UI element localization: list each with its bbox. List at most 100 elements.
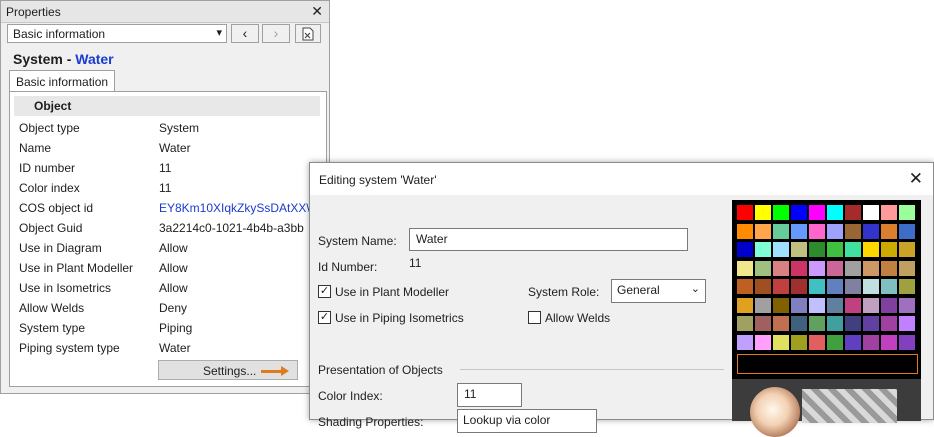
palette-swatch[interactable] (809, 242, 825, 257)
system-name-field[interactable]: Water (409, 228, 688, 251)
palette-swatch[interactable] (755, 279, 771, 294)
palette-swatch[interactable] (755, 242, 771, 257)
palette-swatch[interactable] (773, 334, 789, 350)
property-row[interactable]: COS object id EY8Km10XIqkZkySsDAtXX\ (19, 198, 319, 218)
palette-swatch[interactable] (899, 205, 915, 220)
palette-swatch[interactable] (773, 260, 789, 276)
property-row[interactable]: Use in Diagram Allow (19, 238, 319, 258)
palette-swatch[interactable] (845, 242, 861, 257)
palette-swatch[interactable] (755, 223, 771, 239)
color-index-field[interactable]: 11 (457, 383, 522, 407)
palette-swatch[interactable] (863, 260, 879, 276)
palette-swatch[interactable] (791, 334, 807, 350)
palette-swatch[interactable] (845, 223, 861, 239)
use-in-piping-isometrics-checkbox[interactable]: ✓ (318, 311, 331, 324)
close-icon[interactable]: ✕ (909, 169, 923, 189)
palette-swatch[interactable] (809, 316, 825, 331)
palette-swatch[interactable] (899, 260, 915, 276)
property-row[interactable]: Name Water (19, 138, 319, 158)
palette-swatch[interactable] (827, 279, 843, 294)
palette-swatch[interactable] (737, 316, 753, 331)
excel-export-icon[interactable] (295, 24, 321, 43)
palette-swatch[interactable] (845, 316, 861, 331)
property-row[interactable]: Use in Plant Modeller Allow (19, 258, 319, 278)
palette-swatch[interactable] (773, 279, 789, 294)
palette-swatch[interactable] (809, 297, 825, 313)
property-row[interactable]: Object type System (19, 118, 319, 138)
palette-swatch[interactable] (737, 297, 753, 313)
palette-swatch[interactable] (827, 223, 843, 239)
palette-swatch[interactable] (845, 205, 861, 220)
palette-swatch[interactable] (737, 205, 753, 220)
palette-swatch[interactable] (809, 205, 825, 220)
palette-swatch[interactable] (863, 223, 879, 239)
palette-swatch[interactable] (809, 279, 825, 294)
allow-welds-checkbox[interactable] (528, 311, 541, 324)
palette-swatch[interactable] (845, 297, 861, 313)
back-arrow-icon[interactable]: ‹ (231, 24, 259, 43)
palette-swatch[interactable] (755, 297, 771, 313)
palette-swatch[interactable] (863, 242, 879, 257)
use-in-plant-modeller-checkbox[interactable]: ✓ (318, 285, 331, 298)
palette-swatch[interactable] (809, 223, 825, 239)
palette-swatch[interactable] (755, 316, 771, 331)
palette-swatch[interactable] (791, 279, 807, 294)
property-row[interactable]: System type Piping (19, 318, 319, 338)
palette-swatch[interactable] (773, 316, 789, 331)
palette-swatch[interactable] (863, 334, 879, 350)
palette-swatch[interactable] (737, 279, 753, 294)
palette-swatch[interactable] (863, 205, 879, 220)
property-row[interactable]: Color index 11 (19, 178, 319, 198)
palette-swatch[interactable] (755, 205, 771, 220)
palette-swatch[interactable] (881, 260, 897, 276)
palette-swatch[interactable] (773, 297, 789, 313)
palette-swatch[interactable] (881, 297, 897, 313)
close-icon[interactable]: ✕ (311, 3, 323, 20)
color-palette[interactable] (732, 200, 921, 380)
palette-swatch[interactable] (809, 334, 825, 350)
palette-swatch[interactable] (791, 260, 807, 276)
palette-swatch[interactable] (899, 223, 915, 239)
palette-swatch[interactable] (845, 260, 861, 276)
palette-swatch[interactable] (881, 334, 897, 350)
palette-swatch[interactable] (755, 334, 771, 350)
palette-swatch[interactable] (827, 242, 843, 257)
palette-swatch[interactable] (755, 260, 771, 276)
palette-swatch[interactable] (827, 205, 843, 220)
palette-swatch[interactable] (881, 205, 897, 220)
palette-swatch[interactable] (791, 223, 807, 239)
forward-arrow-icon[interactable]: › (262, 24, 290, 43)
palette-swatch[interactable] (863, 279, 879, 294)
palette-swatch[interactable] (827, 334, 843, 350)
palette-swatch[interactable] (881, 223, 897, 239)
palette-swatch[interactable] (899, 316, 915, 331)
palette-swatch[interactable] (737, 260, 753, 276)
property-row[interactable]: ID number 11 (19, 158, 319, 178)
property-row[interactable]: Piping system type Water (19, 338, 319, 358)
property-row[interactable]: Object Guid 3a2214c0-1021-4b4b-a3bb (19, 218, 319, 238)
palette-swatch[interactable] (845, 279, 861, 294)
property-row[interactable]: Use in Isometrics Allow (19, 278, 319, 298)
palette-swatch[interactable] (827, 297, 843, 313)
palette-swatch[interactable] (881, 279, 897, 294)
palette-swatch[interactable] (791, 205, 807, 220)
palette-swatch[interactable] (881, 242, 897, 257)
palette-swatch[interactable] (791, 297, 807, 313)
palette-swatch[interactable] (773, 242, 789, 257)
palette-swatch[interactable] (737, 334, 753, 350)
palette-swatch[interactable] (899, 334, 915, 350)
tab-basic-information[interactable]: Basic information (9, 70, 115, 92)
palette-swatch[interactable] (791, 242, 807, 257)
palette-swatch[interactable] (773, 205, 789, 220)
palette-swatch[interactable] (827, 260, 843, 276)
palette-swatch[interactable] (791, 316, 807, 331)
settings-button[interactable]: Settings... (158, 360, 298, 380)
category-select[interactable]: Basic information ▾ (7, 24, 227, 43)
system-role-select[interactable]: General ⌄ (611, 279, 706, 303)
palette-swatch[interactable] (773, 223, 789, 239)
palette-swatch[interactable] (899, 297, 915, 313)
shading-properties-select[interactable]: Lookup via color (457, 409, 597, 433)
palette-swatch[interactable] (827, 316, 843, 331)
palette-swatch[interactable] (737, 242, 753, 257)
palette-swatch[interactable] (845, 334, 861, 350)
